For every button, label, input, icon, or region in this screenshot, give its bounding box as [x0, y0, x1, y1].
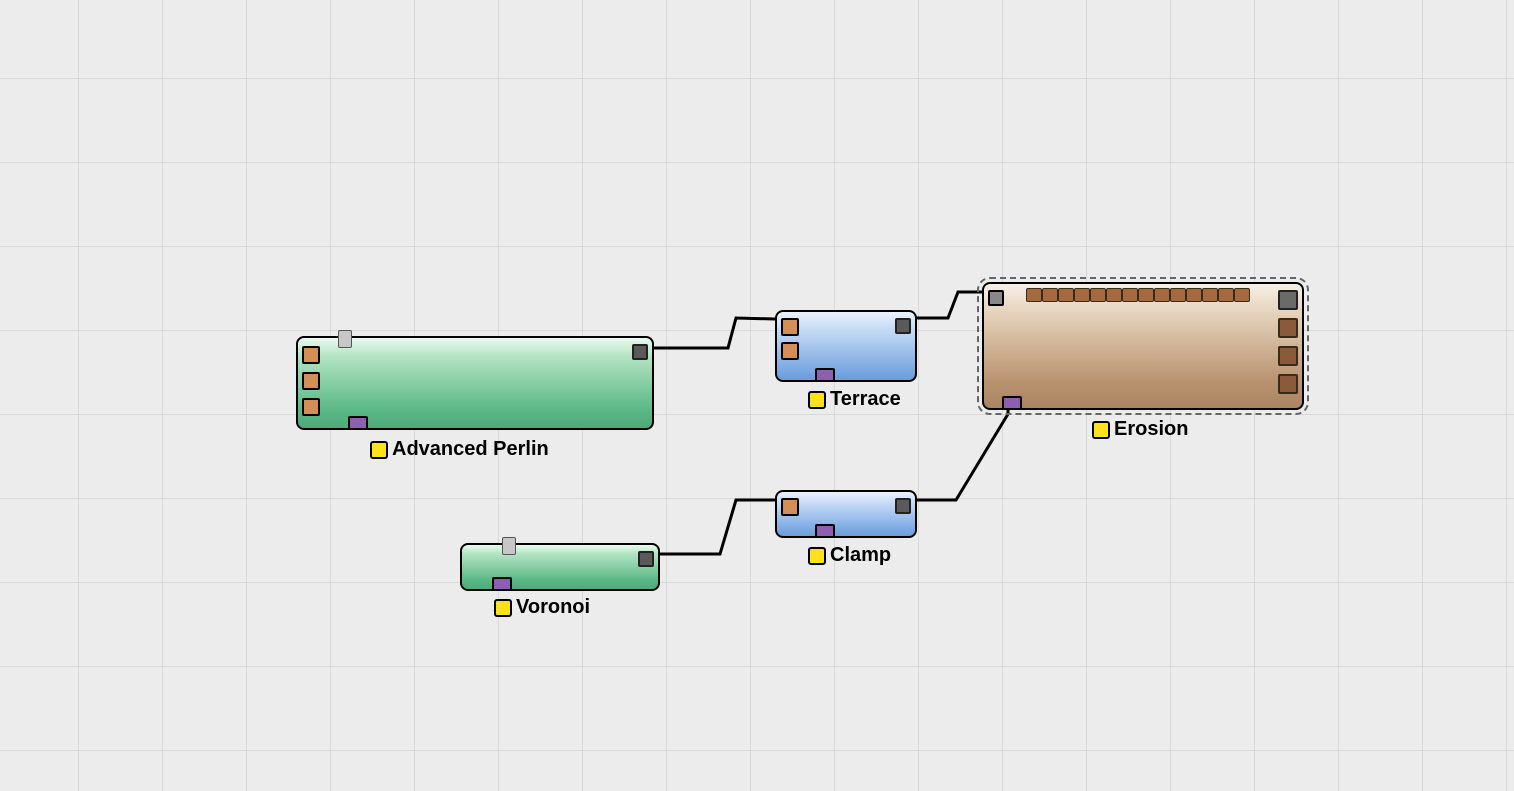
param-port-icon[interactable] [1202, 288, 1218, 302]
mask-port-icon[interactable] [348, 416, 368, 430]
node-title: Erosion [1114, 418, 1188, 441]
node-label-terrace: Terrace [808, 388, 901, 411]
input-port-icon[interactable] [781, 342, 799, 360]
status-indicator-icon [1092, 421, 1110, 439]
input-port-icon[interactable] [781, 498, 799, 516]
node-label-advanced-perlin: Advanced Perlin [370, 438, 549, 461]
input-port-icon[interactable] [302, 346, 320, 364]
param-port-icon[interactable] [1042, 288, 1058, 302]
mask-port-icon[interactable] [815, 524, 835, 538]
param-port-icon[interactable] [1074, 288, 1090, 302]
param-port-icon[interactable] [1090, 288, 1106, 302]
param-port-icon[interactable] [1186, 288, 1202, 302]
param-port-icon[interactable] [1170, 288, 1186, 302]
node-voronoi[interactable] [460, 543, 660, 591]
status-indicator-icon [808, 547, 826, 565]
node-clamp[interactable] [775, 490, 917, 538]
output-port-icon[interactable] [632, 344, 648, 360]
output-port-icon[interactable] [895, 498, 911, 514]
input-port-icon[interactable] [988, 290, 1004, 306]
node-title: Terrace [830, 388, 901, 411]
output-port-icon[interactable] [638, 551, 654, 567]
status-indicator-icon [808, 391, 826, 409]
node-title: Advanced Perlin [392, 438, 549, 461]
input-port-icon[interactable] [781, 318, 799, 336]
node-label-erosion: Erosion [1092, 418, 1188, 441]
param-port-icon[interactable] [1154, 288, 1170, 302]
input-port-icon[interactable] [302, 398, 320, 416]
node-label-voronoi: Voronoi [494, 596, 590, 619]
mask-port-icon[interactable] [815, 368, 835, 382]
param-port-icon[interactable] [1026, 288, 1042, 302]
param-port-icon[interactable] [1058, 288, 1074, 302]
status-indicator-icon [494, 599, 512, 617]
output-port-icon[interactable] [1278, 374, 1298, 394]
node-title: Clamp [830, 544, 891, 567]
node-tab-icon [338, 330, 352, 348]
input-port-icon[interactable] [302, 372, 320, 390]
param-port-icon[interactable] [1106, 288, 1122, 302]
param-port-icon[interactable] [1122, 288, 1138, 302]
output-port-icon[interactable] [1278, 290, 1298, 310]
output-port-icon[interactable] [1278, 318, 1298, 338]
status-indicator-icon [370, 441, 388, 459]
output-port-icon[interactable] [895, 318, 911, 334]
mask-port-icon[interactable] [492, 577, 512, 591]
param-port-icon[interactable] [1138, 288, 1154, 302]
mask-port-icon[interactable] [1002, 396, 1022, 410]
param-port-icon[interactable] [1218, 288, 1234, 302]
node-advanced-perlin[interactable] [296, 336, 654, 430]
node-tab-icon [502, 537, 516, 555]
output-port-icon[interactable] [1278, 346, 1298, 366]
node-label-clamp: Clamp [808, 544, 891, 567]
param-port-icon[interactable] [1234, 288, 1250, 302]
node-erosion[interactable] [982, 282, 1304, 410]
node-editor-canvas[interactable]: Advanced Perlin Voronoi Terrace Clamp [0, 0, 1514, 791]
node-terrace[interactable] [775, 310, 917, 382]
node-title: Voronoi [516, 596, 590, 619]
